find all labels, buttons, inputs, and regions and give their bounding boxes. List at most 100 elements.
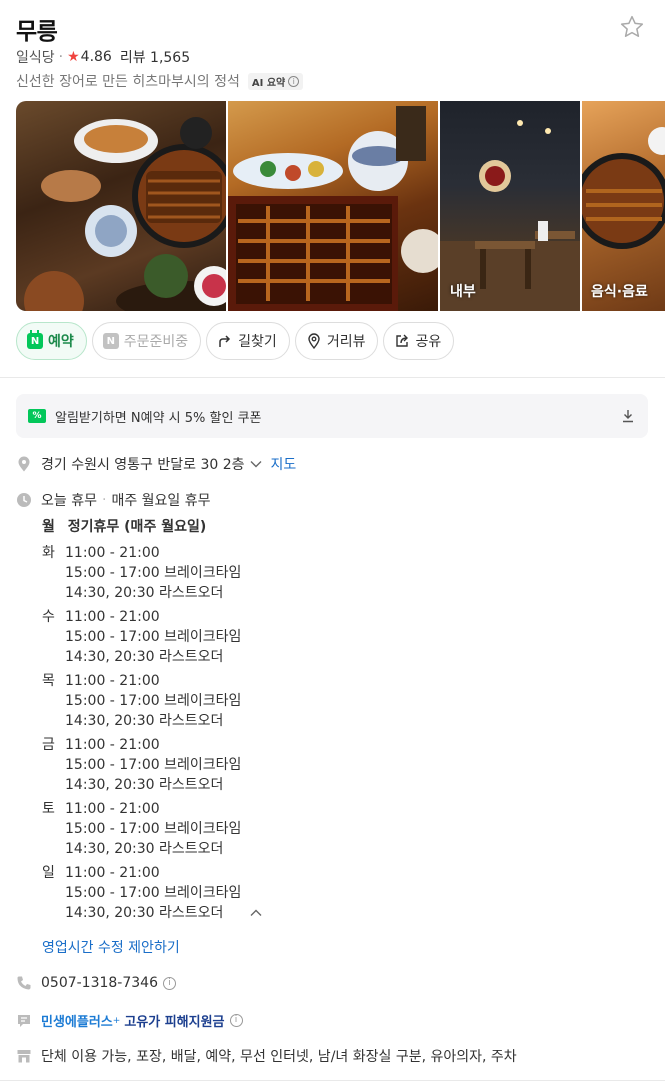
break-time: 15:00 - 17:00 브레이크타임 — [65, 693, 242, 709]
hours-day: 토 11:00 - 21:00 15:00 - 17:00 브레이크타임 14:… — [42, 799, 241, 863]
interior-photo — [440, 120, 580, 311]
ai-summary-label: AI 요약 — [251, 77, 286, 89]
last-order: 14:30, 20:30 라스트오더 — [65, 777, 224, 793]
hours-monday: 월 정기휴무 (매주 월요일) — [42, 517, 206, 543]
download-icon[interactable] — [620, 408, 636, 424]
hours-note: 매주 월요일 휴무 — [111, 493, 211, 509]
message-icon — [16, 1013, 32, 1029]
street-view-button[interactable]: 거리뷰 — [294, 322, 379, 360]
last-order: 14:30, 20:30 라스트오더 — [65, 585, 224, 601]
photo-strip: 내부 음식·음료 — [16, 101, 665, 311]
hours-day: 금 11:00 - 21:00 15:00 - 17:00 브레이크타임 14:… — [42, 735, 241, 799]
promo-label: 고유가 피해지원금 — [124, 1015, 225, 1030]
bottom-divider — [0, 1080, 665, 1081]
promo-row[interactable]: 민생에플러스 + 고유가 피해지원금 i — [16, 1011, 243, 1030]
meta-dot: · — [58, 49, 64, 65]
place-description-row: 신선한 장어로 만든 히츠마부시의 정석 AI 요약 i — [16, 71, 304, 91]
food-photo-2 — [228, 106, 438, 311]
hours-day: 일 11:00 - 21:00 15:00 - 17:00 브레이크타임 14:… — [42, 863, 241, 927]
last-order: 14:30, 20:30 라스트오더 — [65, 841, 224, 857]
directions-button[interactable]: 길찾기 — [206, 322, 290, 360]
break-time: 15:00 - 17:00 브레이크타임 — [65, 757, 242, 773]
amenities-text: 단체 이용 가능, 포장, 배달, 예약, 무선 인터넷, 남/녀 화장실 구분… — [41, 1049, 517, 1065]
open-hours: 11:00 - 21:00 — [65, 737, 160, 753]
hours-day: 화 11:00 - 21:00 15:00 - 17:00 브레이크타임 14:… — [42, 543, 241, 607]
hours-day: 목 11:00 - 21:00 15:00 - 17:00 브레이크타임 14:… — [42, 671, 241, 735]
location-pin-icon — [308, 333, 320, 349]
ai-summary-tag[interactable]: AI 요약 i — [247, 72, 304, 90]
coupon-banner[interactable]: % 알림받기하면 N예약 시 5% 할인 쿠폰 — [16, 394, 648, 438]
hours-status: 오늘 휴무 — [41, 493, 97, 509]
open-hours: 11:00 - 21:00 — [65, 801, 160, 817]
break-time: 15:00 - 17:00 브레이크타임 — [65, 885, 242, 901]
last-order: 14:30, 20:30 라스트오더 — [65, 649, 224, 665]
phone-row: 0507-1318-7346 i — [16, 975, 176, 991]
section-divider — [0, 377, 665, 378]
food-photo-1 — [24, 117, 226, 311]
day-label: 목 — [42, 673, 55, 689]
address-text[interactable]: 경기 수원시 영통구 반달로 30 2층 — [41, 454, 245, 474]
rating-star-icon: ★ — [67, 49, 80, 65]
open-hours: 11:00 - 21:00 — [65, 609, 160, 625]
reserve-label: 예약 — [48, 334, 74, 350]
place-description: 신선한 장어로 만든 히츠마부시의 정석 — [16, 74, 240, 90]
store-icon — [16, 1048, 32, 1064]
share-icon — [396, 334, 409, 347]
day-label: 화 — [42, 545, 55, 561]
photo-2[interactable] — [228, 101, 438, 311]
last-order: 14:30, 20:30 라스트오더 — [65, 905, 224, 921]
info-icon[interactable]: i — [163, 976, 176, 990]
promo-brand: 민생에플러스 — [41, 1015, 113, 1030]
coupon-icon: % — [28, 409, 46, 423]
open-hours: 11:00 - 21:00 — [65, 545, 160, 561]
directions-label: 길찾기 — [238, 334, 277, 350]
clock-icon — [16, 492, 32, 508]
hours-list: 월 정기휴무 (매주 월요일) 화 11:00 - 21:00 15:00 - … — [42, 517, 241, 927]
chevron-up-icon[interactable] — [249, 908, 263, 918]
reserve-button[interactable]: N 예약 — [16, 322, 87, 360]
open-hours: 11:00 - 21:00 — [65, 673, 160, 689]
place-name: 무릉 — [16, 19, 58, 45]
share-label: 공유 — [415, 334, 442, 350]
break-time: 15:00 - 17:00 브레이크타임 — [65, 629, 242, 645]
place-rating: 4.86 — [80, 49, 112, 65]
order-button[interactable]: N 주문준비중 — [91, 322, 202, 360]
day-label: 월 — [42, 519, 55, 535]
day-closed-text: 정기휴무 (매주 월요일) — [67, 519, 207, 535]
place-meta: 일식당 · ★ 4.86 리뷰 1,565 — [16, 47, 190, 67]
hours-summary-row[interactable]: 오늘 휴무 · 매주 월요일 휴무 — [16, 490, 211, 510]
naver-reserve-icon: N — [27, 330, 43, 349]
save-star-icon[interactable] — [619, 14, 645, 40]
day-label: 금 — [42, 737, 55, 753]
share-button[interactable]: 공유 — [383, 322, 455, 360]
chevron-down-icon[interactable] — [249, 459, 263, 469]
review-count[interactable]: 리뷰 1,565 — [120, 47, 190, 67]
street-view-label: 거리뷰 — [326, 334, 366, 350]
hours-separator: · — [101, 492, 107, 508]
coupon-text: 알림받기하면 N예약 시 5% 할인 쿠폰 — [55, 410, 262, 426]
hours-day: 수 11:00 - 21:00 15:00 - 17:00 브레이크타임 14:… — [42, 607, 241, 671]
photo-food-drink[interactable]: 음식·음료 — [582, 101, 665, 311]
suggest-hours-edit-link[interactable]: 영업시간 수정 제안하기 — [42, 937, 180, 957]
photo-label-food-drink: 음식·음료 — [591, 284, 648, 300]
phone-number[interactable]: 0507-1318-7346 — [41, 975, 158, 991]
action-bar: N 예약 N 주문준비중 길찾기 거리뷰 공유 — [16, 322, 455, 360]
promo-plus-mark: + — [112, 1015, 121, 1026]
phone-icon — [16, 975, 32, 991]
place-category: 일식당 — [16, 50, 55, 66]
photo-interior[interactable]: 내부 — [440, 101, 580, 311]
naver-order-icon: N — [102, 333, 119, 349]
amenities-row: 단체 이용 가능, 포장, 배달, 예약, 무선 인터넷, 남/녀 화장실 구분… — [16, 1046, 517, 1066]
address-row: 경기 수원시 영통구 반달로 30 2층 지도 — [16, 454, 296, 474]
directions-icon — [219, 335, 231, 347]
location-pin-icon — [16, 456, 32, 472]
order-label: 주문준비중 — [123, 334, 189, 350]
info-icon[interactable]: i — [229, 1014, 243, 1027]
food-photo-3 — [582, 127, 665, 249]
day-label: 토 — [42, 801, 55, 817]
day-label: 일 — [42, 865, 55, 881]
place-header: 무릉 일식당 · ★ 4.86 리뷰 1,565 신선한 장어로 만든 히츠마부… — [16, 10, 649, 90]
open-hours: 11:00 - 21:00 — [65, 865, 160, 881]
map-link[interactable]: 지도 — [271, 454, 297, 474]
photo-1[interactable] — [16, 101, 226, 311]
